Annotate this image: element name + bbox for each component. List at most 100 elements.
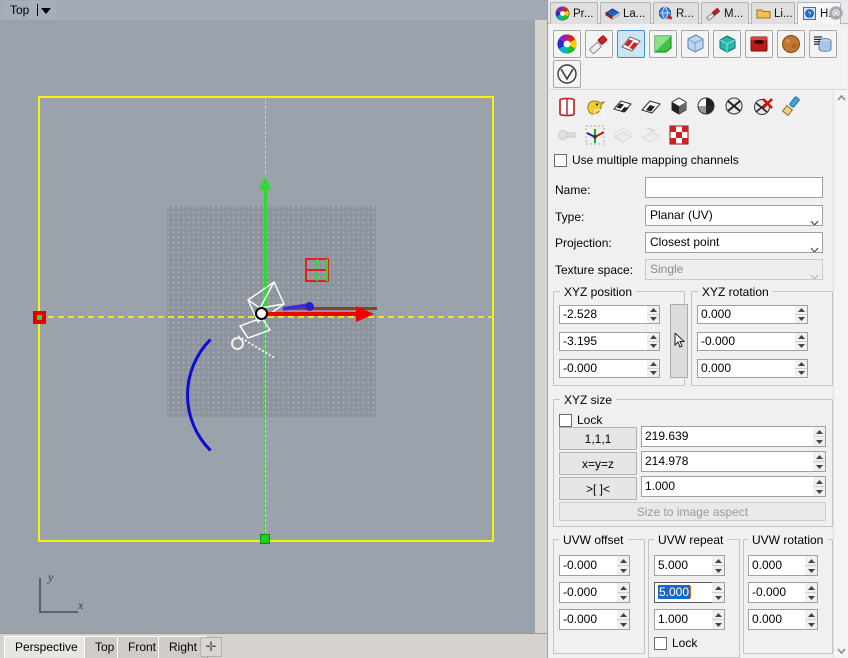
uvw-rotation-u-spinner[interactable] (805, 555, 818, 576)
gizmo-center-marker[interactable] (255, 307, 268, 320)
panel-scrollbar[interactable] (833, 90, 848, 658)
spinner-up-icon[interactable] (805, 610, 817, 620)
gizmo-origin-handle[interactable] (231, 337, 244, 350)
xyz-size-z-input[interactable]: 1.000 (641, 476, 813, 497)
viewport-tab-perspective[interactable]: Perspective (4, 636, 89, 658)
projection-select[interactable]: Closest point (645, 232, 823, 253)
xyz-size-lock-checkbox[interactable] (559, 413, 572, 427)
spinner-down-icon[interactable] (617, 593, 629, 602)
duck-add-icon[interactable] (582, 94, 608, 120)
spinner-down-icon[interactable] (647, 342, 659, 350)
spinner-down-icon[interactable] (617, 620, 629, 629)
checker-flag-add-icon[interactable] (610, 94, 636, 120)
xyz-rotation-x-spinner[interactable] (795, 305, 808, 324)
panel-tab-properties[interactable]: Pr... (550, 2, 598, 24)
material-button-glass-cube[interactable] (681, 30, 709, 58)
spinner-down-icon[interactable] (813, 462, 825, 471)
xyz-size-uniform-button[interactable]: x=y=z (559, 452, 637, 475)
spinner-down-icon[interactable] (712, 620, 724, 629)
spinner-down-icon[interactable] (805, 620, 817, 629)
panel-tab-render[interactable]: R... (653, 2, 699, 24)
uvw-offset-u-input[interactable]: -0.000 (559, 555, 617, 576)
xyz-size-y-input[interactable]: 214.978 (641, 451, 813, 472)
xyz-position-z-input[interactable]: -0.000 (559, 359, 647, 378)
material-button-green-plane[interactable] (649, 30, 677, 58)
material-button-paint-tube[interactable] (585, 30, 613, 58)
spinner-up-icon[interactable] (647, 333, 659, 342)
spinner-down-icon[interactable] (617, 566, 629, 575)
spinner-up-icon[interactable] (795, 306, 807, 315)
xyz-position-x-input[interactable]: -2.528 (559, 305, 647, 324)
uvw-rotation-w-spinner[interactable] (805, 609, 818, 630)
panel-tab-library[interactable]: Li... (751, 2, 795, 24)
checker-mesh-add-icon[interactable] (722, 94, 748, 120)
spinner-up-icon[interactable] (712, 556, 724, 566)
spinner-up-icon[interactable] (647, 306, 659, 315)
xyz-size-x-input[interactable]: 219.639 (641, 426, 813, 447)
name-input[interactable] (645, 177, 823, 198)
axis-y-arrow-icon[interactable] (259, 176, 271, 190)
checker-plane-add-icon[interactable] (638, 94, 664, 120)
xyz-rotation-z-input[interactable]: 0.000 (697, 359, 795, 378)
xyz-size-reset-button[interactable]: 1,1,1 (559, 427, 637, 450)
spinner-down-icon[interactable] (712, 593, 724, 602)
checker-sphere-add-icon[interactable] (694, 94, 720, 120)
spinner-up-icon[interactable] (805, 556, 817, 566)
viewport-view-label[interactable]: Top (4, 1, 36, 19)
add-material-icon[interactable] (554, 94, 580, 120)
axis-x-arrow-icon[interactable] (356, 306, 374, 322)
spinner-up-icon[interactable] (712, 610, 724, 620)
uvw-offset-v-spinner[interactable] (617, 582, 630, 603)
xyz-position-x-spinner[interactable] (647, 305, 660, 324)
spinner-down-icon[interactable] (795, 369, 807, 377)
xyz-size-lock-row[interactable]: Lock (559, 413, 602, 427)
xyz-size-z-spinner[interactable] (813, 476, 826, 497)
spinner-down-icon[interactable] (805, 593, 817, 602)
axis-gizmo-icon[interactable] (582, 122, 608, 148)
spinner-up-icon[interactable] (712, 583, 724, 593)
spinner-up-icon[interactable] (617, 583, 629, 593)
red-checker-icon[interactable] (666, 122, 692, 148)
uvw-repeat-v-spinner[interactable] (712, 582, 725, 603)
material-button-brown-sphere[interactable] (777, 30, 805, 58)
material-button-cylinder-stack[interactable] (809, 30, 837, 58)
paintbrush-icon[interactable] (778, 94, 804, 120)
uvw-repeat-lock-row[interactable]: Lock (654, 636, 697, 650)
material-button-vray[interactable] (553, 60, 581, 88)
spinner-up-icon[interactable] (805, 583, 817, 593)
spinner-down-icon[interactable] (813, 487, 825, 496)
use-multiple-mapping-channels-row[interactable]: Use multiple mapping channels (554, 153, 739, 167)
xyz-rotation-y-spinner[interactable] (795, 332, 808, 351)
xyz-rotation-z-spinner[interactable] (795, 359, 808, 378)
spinner-down-icon[interactable] (795, 315, 807, 323)
material-button-checker-texture[interactable] (617, 30, 645, 58)
spinner-up-icon[interactable] (795, 360, 807, 369)
material-button-red-box[interactable] (745, 30, 773, 58)
uvw-repeat-w-input[interactable]: 1.000 (654, 609, 712, 630)
gear-icon[interactable] (827, 4, 845, 22)
chevron-up-icon[interactable] (834, 90, 848, 105)
xyz-rotation-y-input[interactable]: -0.000 (697, 332, 795, 351)
viewport-canvas[interactable]: y x (0, 20, 535, 633)
checker-delete-icon[interactable] (750, 94, 776, 120)
uvw-rotation-v-spinner[interactable] (805, 582, 818, 603)
checker-cube-add-icon[interactable] (666, 94, 692, 120)
caret-down-icon[interactable] (34, 1, 56, 19)
uvw-repeat-w-spinner[interactable] (712, 609, 725, 630)
uvw-rotation-u-input[interactable]: 0.000 (748, 555, 805, 576)
spinner-down-icon[interactable] (805, 566, 817, 575)
spinner-up-icon[interactable] (813, 477, 825, 487)
uvw-rotation-v-input[interactable]: -0.000 (748, 582, 805, 603)
spinner-down-icon[interactable] (712, 566, 724, 575)
panel-tab-materials[interactable]: M... (701, 2, 749, 24)
add-viewport-tab-button[interactable]: ✛ (200, 637, 222, 657)
spinner-up-icon[interactable] (617, 556, 629, 566)
xyz-size-fit-button[interactable]: >[ ]< (559, 477, 637, 500)
spinner-up-icon[interactable] (795, 333, 807, 342)
xyz-position-z-spinner[interactable] (647, 359, 660, 378)
material-button-teal-cube[interactable] (713, 30, 741, 58)
spinner-down-icon[interactable] (813, 437, 825, 446)
xyz-position-y-spinner[interactable] (647, 332, 660, 351)
xyz-size-x-spinner[interactable] (813, 426, 826, 447)
material-button-color-wheel[interactable] (553, 30, 581, 58)
